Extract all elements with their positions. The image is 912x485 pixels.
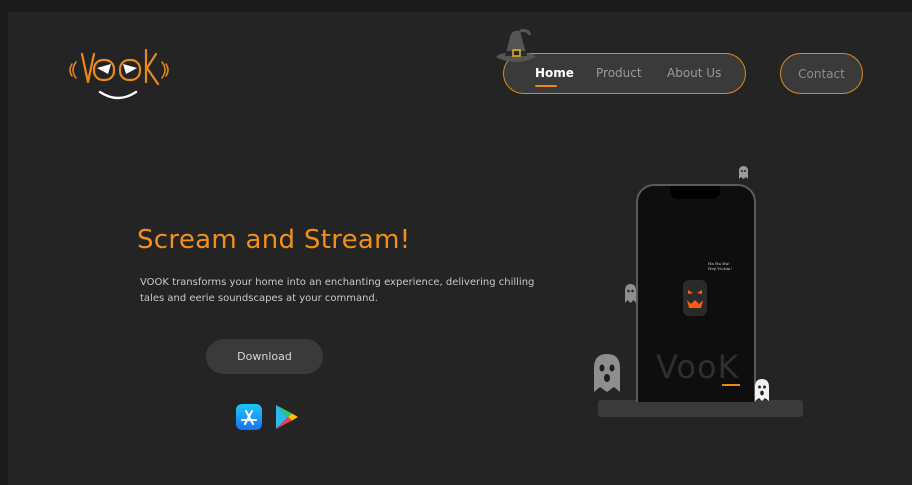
vook-logo[interactable]	[64, 44, 174, 106]
nav-home[interactable]: Home	[535, 66, 574, 80]
nav-about-us[interactable]: About Us	[667, 66, 721, 80]
download-button[interactable]: Download	[206, 339, 323, 374]
phone-screen-logo: VooK	[656, 348, 740, 386]
witch-hat-icon	[496, 29, 536, 62]
ghost-icon	[739, 166, 748, 179]
ghost-icon	[625, 284, 636, 303]
phone-logo-underline	[722, 384, 740, 386]
nav-product[interactable]: Product	[596, 66, 642, 80]
speech-line-2: Hey Victim!	[708, 266, 733, 271]
phone-mockup: Ha Ha Ha! Hey Victim! VooK	[636, 184, 756, 402]
speech-bubble: Ha Ha Ha! Hey Victim!	[708, 261, 732, 271]
contact-button[interactable]: Contact	[780, 53, 863, 94]
ghost-icon	[755, 379, 769, 401]
pumpkin-speaker-icon	[683, 280, 707, 316]
app-store-icon[interactable]	[236, 404, 262, 430]
ghost-icon	[594, 354, 620, 392]
google-play-icon[interactable]	[274, 404, 299, 430]
main-nav: Home Product About Us	[503, 53, 746, 94]
phone-notch	[670, 186, 720, 199]
hero-title: Scream and Stream!	[137, 225, 411, 255]
hero-description: VOOK transforms your home into an enchan…	[140, 277, 535, 304]
nav-active-indicator	[535, 85, 557, 87]
display-shelf	[598, 400, 803, 417]
